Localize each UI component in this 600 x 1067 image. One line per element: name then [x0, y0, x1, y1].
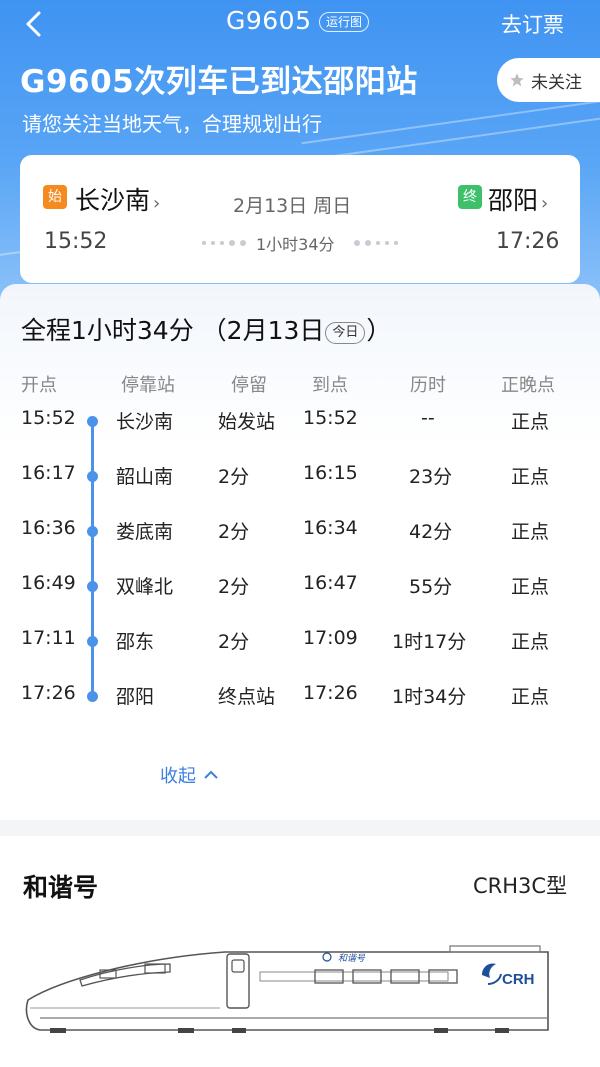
row-depart: 15:52 — [21, 407, 76, 429]
arrival-subline: 请您关注当地天气，合理规划出行 — [22, 112, 322, 136]
total-duration: 全程1小时34分 （2月13日 今日） — [21, 311, 391, 347]
stop-dot — [87, 471, 98, 482]
col-header-depart: 开点 — [21, 375, 57, 396]
row-depart: 17:26 — [21, 682, 76, 704]
stop-schedule-panel: 全程1小时34分 （2月13日 今日） 开点 停靠站 停留 到点 历时 正晚点 1… — [0, 284, 600, 820]
row-station: 韶山南 — [116, 466, 174, 488]
stop-dot — [87, 526, 98, 537]
row-status: 正点 — [511, 576, 550, 598]
row-arrive: 16:47 — [303, 572, 358, 594]
row-status: 正点 — [511, 411, 550, 433]
row-arrive: 15:52 — [303, 407, 358, 429]
total-duration-close: ） — [366, 316, 392, 345]
row-depart: 17:11 — [21, 627, 76, 649]
route-timeline — [91, 421, 94, 695]
row-station: 邵东 — [116, 631, 155, 653]
follow-label: 未关注 — [531, 72, 582, 93]
col-header-elapsed: 历时 — [410, 375, 446, 396]
chevron-right-icon: › — [153, 193, 161, 214]
journey-card: 始 长沙南 › 2月13日 周日 终 邵阳 › 15:52 1小时34分 17:26 — [20, 155, 580, 283]
collapse-label: 收起 — [160, 766, 196, 787]
row-status: 正点 — [511, 521, 550, 543]
journey-date: 2月13日 周日 — [233, 195, 352, 217]
row-arrive: 17:26 — [303, 682, 358, 704]
origin-station-label: 长沙南 — [75, 186, 151, 215]
row-station: 娄底南 — [116, 521, 174, 543]
star-icon — [510, 73, 524, 87]
row-depart: 16:17 — [21, 462, 76, 484]
row-station: 双峰北 — [116, 576, 174, 598]
col-header-arrive: 到点 — [312, 375, 348, 396]
chevron-up-icon — [204, 770, 218, 779]
row-arrive: 16:34 — [303, 517, 358, 539]
stop-dot — [87, 416, 98, 427]
follow-button[interactable]: 未关注 — [497, 58, 600, 102]
row-elapsed: 55分 — [409, 576, 453, 598]
destination-station[interactable]: 邵阳 › — [488, 181, 548, 217]
dots-right — [354, 240, 398, 246]
arrival-headline: G9605次列车已到达邵阳站 — [20, 64, 418, 100]
total-duration-text: 全程1小时34分 （2月13日 — [21, 316, 325, 345]
run-chart-button[interactable]: 运行图 — [319, 12, 370, 32]
collapse-button[interactable]: 收起 — [160, 762, 218, 788]
row-status: 正点 — [511, 631, 550, 653]
row-elapsed: 1时17分 — [392, 631, 467, 653]
stop-dot — [87, 691, 98, 702]
row-elapsed: 1时34分 — [392, 686, 467, 708]
row-stop: 2分 — [218, 521, 250, 543]
destination-station-label: 邵阳 — [488, 186, 539, 215]
row-elapsed: 23分 — [409, 466, 453, 488]
train-brand-name: 和谐号 — [23, 873, 99, 902]
crh-logo: CRH — [502, 971, 535, 988]
row-stop: 2分 — [218, 576, 250, 598]
row-elapsed: 42分 — [409, 521, 453, 543]
train-model: CRH3C型 — [473, 874, 568, 898]
row-station: 长沙南 — [116, 411, 174, 433]
row-arrive: 17:09 — [303, 627, 358, 649]
col-header-stop: 停留 — [231, 375, 267, 396]
chevron-right-icon: › — [541, 193, 549, 214]
row-stop: 终点站 — [218, 686, 276, 708]
row-depart: 16:36 — [21, 517, 76, 539]
origin-station[interactable]: 长沙南 › — [75, 181, 160, 217]
row-stop: 2分 — [218, 466, 250, 488]
row-status: 正点 — [511, 686, 550, 708]
stop-dot — [87, 636, 98, 647]
row-arrive: 16:15 — [303, 462, 358, 484]
journey-duration: 1小时34分 — [256, 235, 335, 254]
row-stop: 2分 — [218, 631, 250, 653]
row-elapsed: -- — [421, 407, 435, 429]
arrival-time: 17:26 — [496, 229, 560, 254]
row-status: 正点 — [511, 466, 550, 488]
origin-tag: 始 — [43, 185, 67, 209]
train-number-title: G9605 — [226, 6, 312, 35]
row-depart: 16:49 — [21, 572, 76, 594]
destination-tag: 终 — [458, 185, 482, 209]
top-bar: G9605 运行图 去订票 — [0, 0, 600, 50]
back-arrow-icon[interactable] — [20, 9, 50, 39]
train-body-text: 和谐号 — [338, 953, 366, 964]
train-info-card: 和谐号 CRH3C型 和谐号 CRH — [0, 836, 600, 1067]
dots-left — [202, 240, 246, 246]
book-ticket-button[interactable]: 去订票 — [501, 9, 564, 39]
train-illustration: 和谐号 CRH — [25, 945, 549, 1033]
today-badge: 今日 — [325, 322, 366, 344]
col-header-status: 正晚点 — [501, 375, 555, 396]
col-header-station: 停靠站 — [121, 375, 175, 396]
row-station: 邵阳 — [116, 686, 155, 708]
stop-dot — [87, 581, 98, 592]
departure-time: 15:52 — [44, 229, 108, 254]
row-stop: 始发站 — [218, 411, 276, 433]
